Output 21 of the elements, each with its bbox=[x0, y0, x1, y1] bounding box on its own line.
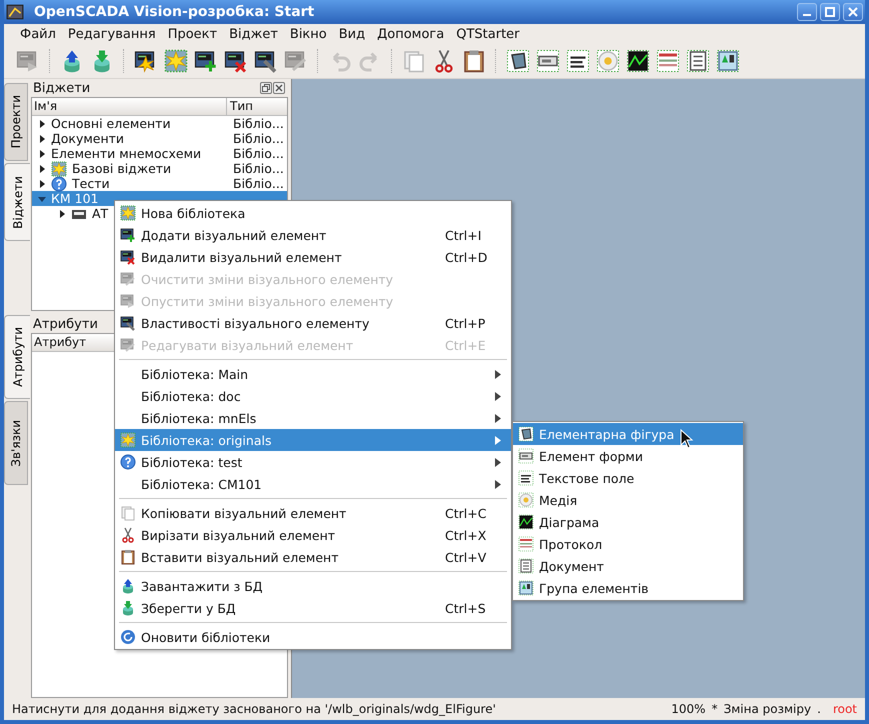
tree-label: Основні елементи bbox=[51, 116, 171, 131]
tree-label: Тести bbox=[72, 176, 110, 191]
zoom-level: 100% bbox=[671, 702, 706, 716]
tree-label: Елементи мнемосхеми bbox=[51, 146, 202, 161]
window-title: OpenSCADA Vision-розробка: Start bbox=[34, 4, 316, 20]
modified-indicator: * bbox=[712, 702, 718, 716]
tree-label: Документи bbox=[51, 131, 124, 146]
edit-mode: Зміна розміру bbox=[724, 702, 812, 716]
type-cell-text: Бібліо... bbox=[233, 131, 285, 146]
status-message: Натиснути для додання віджету заснованого на '/wlb_originals/wdg_ElFigure' bbox=[12, 702, 497, 716]
type-cell-text: Бібліо... bbox=[233, 176, 285, 191]
panel-title: Атрибути bbox=[33, 316, 98, 332]
panel-title: Віджети bbox=[33, 80, 90, 96]
type-cell-text: Бібліо... bbox=[233, 116, 285, 131]
user-name: root bbox=[832, 702, 857, 716]
type-cell-text: Бібліо... bbox=[233, 146, 285, 161]
tree-label: АТ bbox=[92, 206, 108, 221]
type-cell-text: Бібліо... bbox=[233, 161, 285, 176]
status-separator: . bbox=[817, 702, 821, 716]
tree-label: Базові віджети bbox=[72, 161, 172, 176]
tree-label: КМ 101 bbox=[51, 191, 98, 206]
